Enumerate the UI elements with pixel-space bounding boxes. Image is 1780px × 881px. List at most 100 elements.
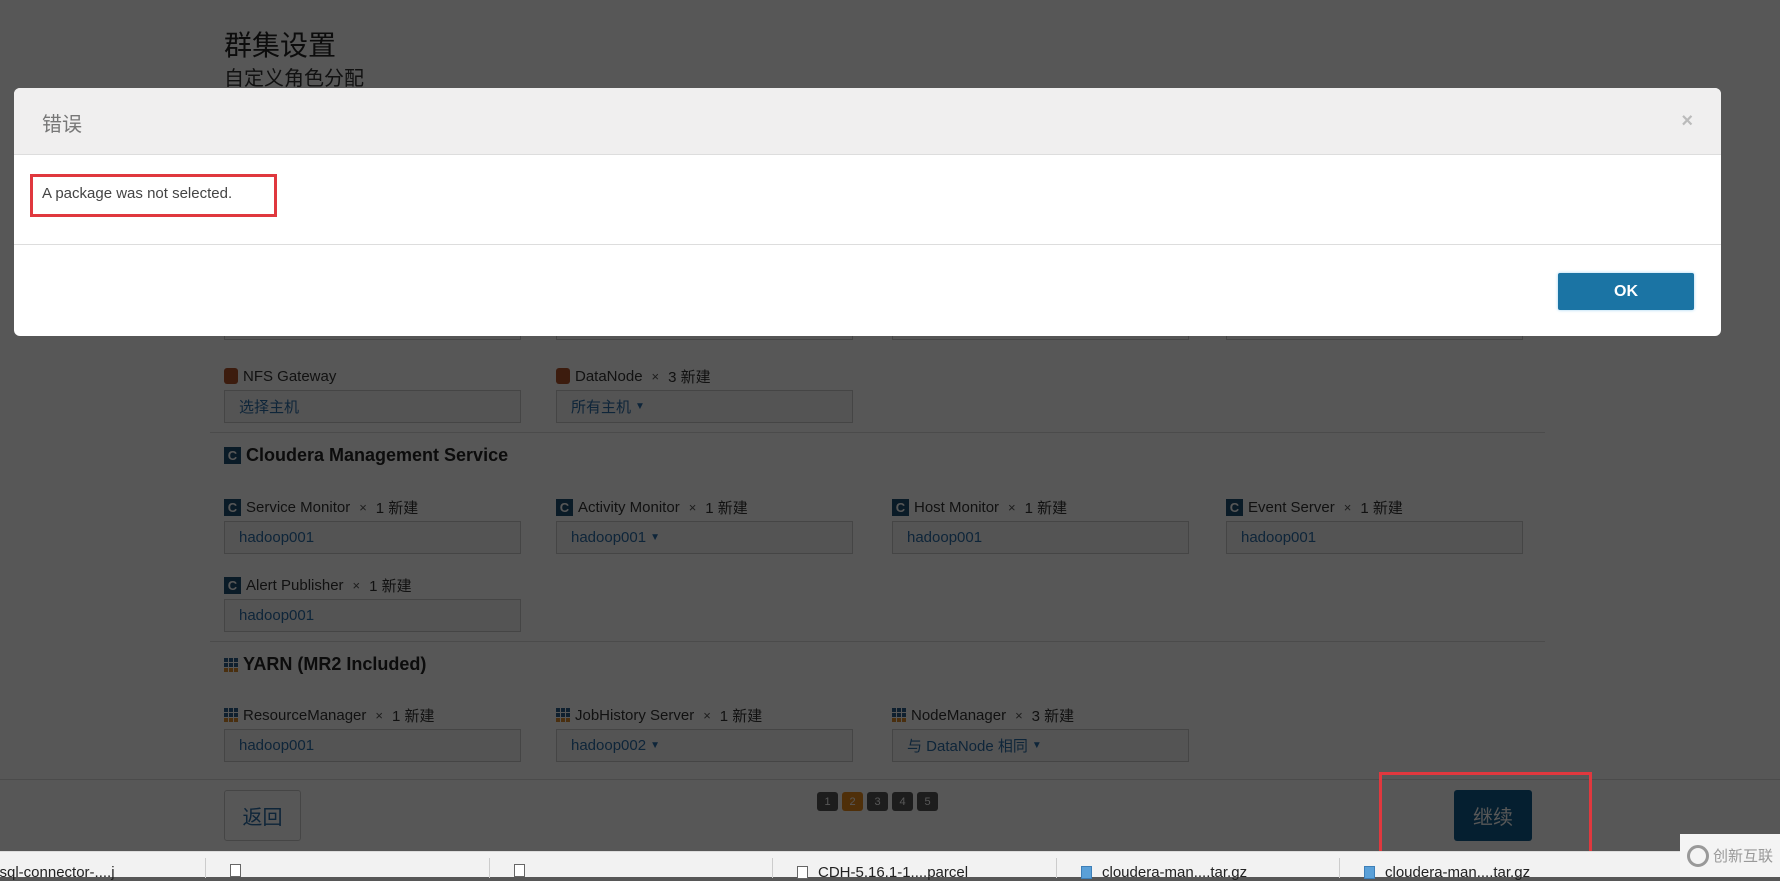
download-item[interactable]: cloudera-man....tar.gz	[1081, 864, 1247, 881]
multiply-icon: ×	[703, 707, 711, 723]
host-selector[interactable]: hadoop001	[224, 521, 521, 554]
section-divider	[210, 641, 1545, 642]
download-separator	[1056, 858, 1057, 878]
download-bar: ysql-connector-....j CDH-5.16.1-1....parc…	[0, 851, 1780, 881]
host-selector[interactable]: 与 DataNode 相同 ▼	[892, 729, 1189, 762]
role-name: NFS Gateway	[243, 367, 337, 385]
host-selector[interactable]: hadoop002 ▼	[556, 729, 853, 762]
role-assignment: JobHistory Server × 1 新建 hadoop002 ▼	[556, 705, 853, 762]
close-icon[interactable]: ×	[1681, 110, 1693, 133]
caret-down-icon: ▼	[635, 401, 645, 412]
page-4[interactable]: 4	[892, 792, 913, 811]
archive-icon	[1081, 866, 1092, 879]
host-value: hadoop001	[239, 607, 315, 624]
role-count: 3 新建	[1031, 707, 1075, 725]
logo-icon	[1686, 844, 1709, 867]
role-count: 1 新建	[369, 577, 412, 595]
host-value: hadoop001	[239, 737, 315, 754]
role-name: JobHistory Server	[575, 706, 695, 724]
service-heading: C Cloudera Management Service	[224, 445, 508, 466]
hdfs-icon	[224, 368, 238, 384]
role-count: 1 新建	[719, 707, 763, 725]
host-selector[interactable]: hadoop001	[892, 521, 1189, 554]
host-value: 所有主机	[571, 399, 632, 416]
cloudera-icon: C	[224, 498, 241, 516]
multiply-icon: ×	[651, 368, 660, 384]
caret-down-icon: ▼	[650, 532, 660, 543]
service-heading: YARN (MR2 Included)	[224, 654, 426, 675]
role-label: C Activity Monitor × 1 新建	[556, 497, 853, 517]
download-filename: cloudera-man....tar.gz	[1102, 864, 1248, 881]
role-assignment: ResourceManager × 1 新建 hadoop001	[224, 705, 521, 762]
download-item[interactable]: CDH-5.16.1-1....parcel	[797, 864, 968, 881]
role-name: DataNode	[575, 367, 643, 385]
download-item[interactable]	[514, 864, 535, 877]
host-selector[interactable]: 所有主机 ▼	[556, 390, 853, 423]
role-name: Host Monitor	[914, 498, 1000, 516]
download-filename: CDH-5.16.1-1....parcel	[818, 864, 969, 881]
service-name: YARN (MR2 Included)	[243, 654, 427, 674]
role-assignment: NodeManager × 3 新建与 DataNode 相同 ▼	[892, 705, 1189, 762]
yarn-icon	[556, 708, 570, 722]
cloudera-icon: C	[1226, 498, 1243, 516]
host-selector[interactable]: hadoop001	[224, 729, 521, 762]
role-count: 1 新建	[392, 707, 435, 725]
host-selector[interactable]: 选择主机	[224, 390, 521, 423]
multiply-icon: ×	[359, 499, 367, 515]
cloudera-icon: C	[556, 498, 573, 516]
host-value: 选择主机	[239, 399, 300, 416]
role-count: 3 新建	[668, 368, 711, 386]
yarn-icon	[224, 657, 238, 672]
host-value: hadoop001	[907, 529, 983, 546]
role-assignment: C Activity Monitor × 1 新建 hadoop001 ▼	[556, 497, 853, 554]
page-1[interactable]: 1	[817, 792, 838, 811]
file-icon	[514, 864, 525, 877]
service-name: Cloudera Management Service	[246, 445, 509, 465]
host-selector[interactable]: hadoop001	[224, 599, 521, 632]
download-item[interactable]	[230, 864, 251, 877]
download-item[interactable]: cloudera-man....tar.gz	[1364, 864, 1530, 881]
hdfs-icon	[556, 368, 570, 384]
error-dialog: 错误 × A package was not selected. OK	[14, 88, 1721, 336]
multiply-icon: ×	[688, 499, 697, 515]
cloudera-icon: C	[224, 447, 241, 464]
role-assignment: C Alert Publisher × 1 新建 hadoop001	[224, 575, 521, 632]
page-5[interactable]: 5	[917, 792, 938, 811]
role-name: NodeManager	[911, 706, 1007, 724]
watermark-logo: 创新互联	[1680, 834, 1780, 877]
role-label: C Event Server × 1 新建	[1226, 497, 1523, 517]
role-name: Activity Monitor	[578, 498, 680, 516]
role-assignment: C Host Monitor × 1 新建 hadoop001	[892, 497, 1189, 554]
host-value: 与 DataNode 相同	[907, 738, 1028, 755]
page-2[interactable]: 2	[842, 792, 863, 811]
role-assignment: NFS Gateway 选择主机	[224, 366, 521, 423]
ok-button[interactable]: OK	[1558, 273, 1694, 310]
page-3[interactable]: 3	[867, 792, 888, 811]
host-value: hadoop001	[239, 529, 315, 546]
role-label: C Alert Publisher × 1 新建	[224, 575, 521, 595]
page-subtitle: 自定义角色分配	[224, 68, 364, 90]
role-label: JobHistory Server × 1 新建	[556, 705, 853, 725]
host-selector[interactable]: hadoop001 ▼	[556, 521, 853, 554]
host-value: hadoop001	[1241, 529, 1317, 546]
caret-down-icon: ▼	[650, 740, 660, 751]
host-value: hadoop002	[571, 737, 647, 754]
caret-down-icon: ▼	[1031, 740, 1042, 751]
back-button[interactable]: 返回	[224, 790, 301, 841]
role-assignment: DataNode × 3 新建所有主机 ▼	[556, 366, 853, 423]
watermark-text: 创新互联	[1712, 848, 1773, 865]
section-divider	[210, 432, 1545, 433]
cloudera-icon: C	[224, 576, 241, 594]
page-title: 群集设置	[224, 30, 337, 61]
host-selector[interactable]: hadoop001	[1226, 521, 1523, 554]
multiply-icon: ×	[375, 707, 383, 723]
file-icon	[797, 866, 808, 879]
download-separator	[205, 858, 206, 878]
download-separator	[772, 858, 773, 878]
role-label: NFS Gateway	[224, 366, 521, 386]
role-name: ResourceManager	[243, 706, 367, 724]
dialog-header: 错误 ×	[14, 88, 1721, 155]
multiply-icon: ×	[1008, 499, 1016, 515]
role-name: Alert Publisher	[246, 576, 344, 594]
download-item[interactable]: ysql-connector-....j	[0, 864, 115, 881]
